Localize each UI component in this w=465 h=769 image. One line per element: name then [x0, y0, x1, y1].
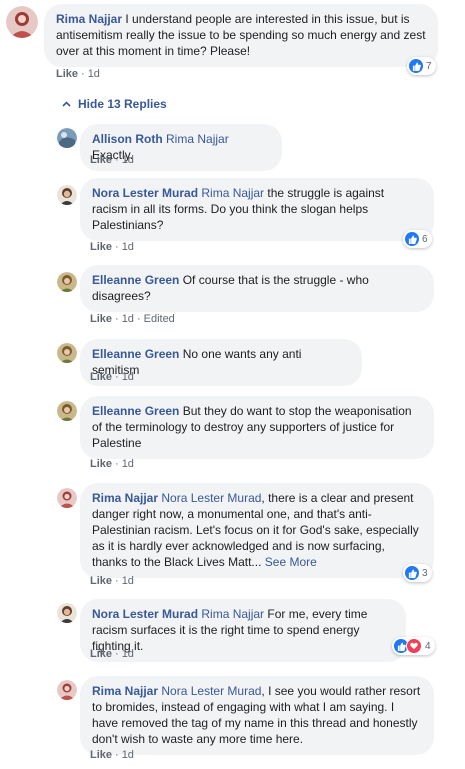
avatar[interactable]	[57, 128, 77, 148]
comment-bubble: Rima Najjar I understand people are inte…	[44, 4, 438, 67]
like-link[interactable]: Like	[56, 68, 78, 80]
timestamp[interactable]: 1d	[122, 241, 134, 253]
comment-bubble: Elleanne Green But they do want to stop …	[80, 396, 434, 459]
avatar[interactable]	[6, 6, 38, 38]
avatar[interactable]	[57, 603, 77, 623]
love-reaction-icon	[406, 638, 422, 654]
avatar[interactable]	[57, 680, 77, 700]
like-link[interactable]: Like	[90, 575, 112, 587]
timestamp[interactable]: 1d	[122, 749, 134, 761]
comment-bubble: Elleanne Green Of course that is the str…	[80, 265, 434, 312]
comment-author[interactable]: Rima Najjar	[92, 491, 158, 505]
reaction-count[interactable]: 4	[392, 637, 435, 655]
reaction-number: 6	[422, 233, 428, 245]
comment-author[interactable]: Elleanne Green	[92, 404, 179, 418]
reaction-count[interactable]: 6	[403, 230, 432, 248]
like-reaction-icon	[409, 59, 423, 73]
comment-actions: Like · 1d	[90, 458, 134, 470]
reaction-number: 3	[422, 567, 428, 579]
avatar[interactable]	[57, 185, 77, 205]
comment-actions: Like · 1d	[90, 749, 134, 761]
mention-link[interactable]: Rima Najjar	[201, 186, 264, 200]
comment-author[interactable]: Rima Najjar	[56, 12, 122, 26]
comment-actions: Like · 1d	[90, 575, 134, 587]
chevron-up-icon	[62, 101, 71, 107]
reaction-count[interactable]: 3	[403, 564, 432, 582]
see-more-link[interactable]: See More	[265, 555, 317, 569]
mention-link[interactable]: Nora Lester Murad	[161, 491, 261, 505]
like-reaction-icon	[405, 232, 419, 246]
hide-replies-link[interactable]: Hide 13 Replies	[62, 97, 167, 111]
mention-link[interactable]: Nora Lester Murad	[161, 684, 261, 698]
comment-author[interactable]: Nora Lester Murad	[92, 607, 198, 621]
comment-actions: Like · 1d · Edited	[90, 313, 175, 325]
like-link[interactable]: Like	[90, 458, 112, 470]
comment-bubble: Nora Lester Murad Rima Najjar the strugg…	[80, 178, 434, 241]
avatar[interactable]	[57, 401, 77, 421]
reaction-number: 4	[425, 640, 431, 652]
avatar[interactable]	[57, 488, 77, 508]
comment-author[interactable]: Elleanne Green	[92, 347, 179, 361]
edited-label[interactable]: Edited	[144, 313, 175, 325]
reaction-count[interactable]: 7	[407, 57, 436, 75]
timestamp[interactable]: 1d	[88, 68, 100, 80]
reaction-number: 7	[426, 60, 432, 72]
timestamp[interactable]: 1d	[122, 575, 134, 587]
hide-replies-label: Hide 13 Replies	[78, 97, 167, 111]
timestamp[interactable]: 1d	[122, 371, 134, 383]
avatar[interactable]	[57, 343, 77, 363]
timestamp[interactable]: 1d	[122, 648, 134, 660]
comment-author[interactable]: Rima Najjar	[92, 684, 158, 698]
like-link[interactable]: Like	[90, 313, 112, 325]
comment-actions: Like · 1d	[90, 371, 134, 383]
like-link[interactable]: Like	[90, 749, 112, 761]
comment-actions: Like · 1d	[56, 68, 100, 80]
comment-actions: Like · 1d	[90, 648, 134, 660]
comment-author[interactable]: Allison Roth	[92, 132, 163, 146]
like-link[interactable]: Like	[90, 241, 112, 253]
like-link[interactable]: Like	[90, 648, 112, 660]
comment-actions: Like · 1d	[90, 241, 134, 253]
comment-actions: Like · 1d	[90, 154, 134, 166]
timestamp[interactable]: 1d	[122, 154, 134, 166]
like-reaction-icon	[405, 566, 419, 580]
like-link[interactable]: Like	[90, 371, 112, 383]
avatar[interactable]	[57, 272, 77, 292]
comment-author[interactable]: Nora Lester Murad	[92, 186, 198, 200]
timestamp[interactable]: 1d	[122, 313, 134, 325]
comment-author[interactable]: Elleanne Green	[92, 273, 179, 287]
mention-link[interactable]: Rima Najjar	[166, 132, 229, 146]
timestamp[interactable]: 1d	[122, 458, 134, 470]
like-link[interactable]: Like	[90, 154, 112, 166]
comment-bubble: Rima Najjar Nora Lester Murad, I see you…	[80, 676, 434, 755]
mention-link[interactable]: Rima Najjar	[201, 607, 264, 621]
comment-bubble: Rima Najjar Nora Lester Murad, there is …	[80, 483, 434, 578]
